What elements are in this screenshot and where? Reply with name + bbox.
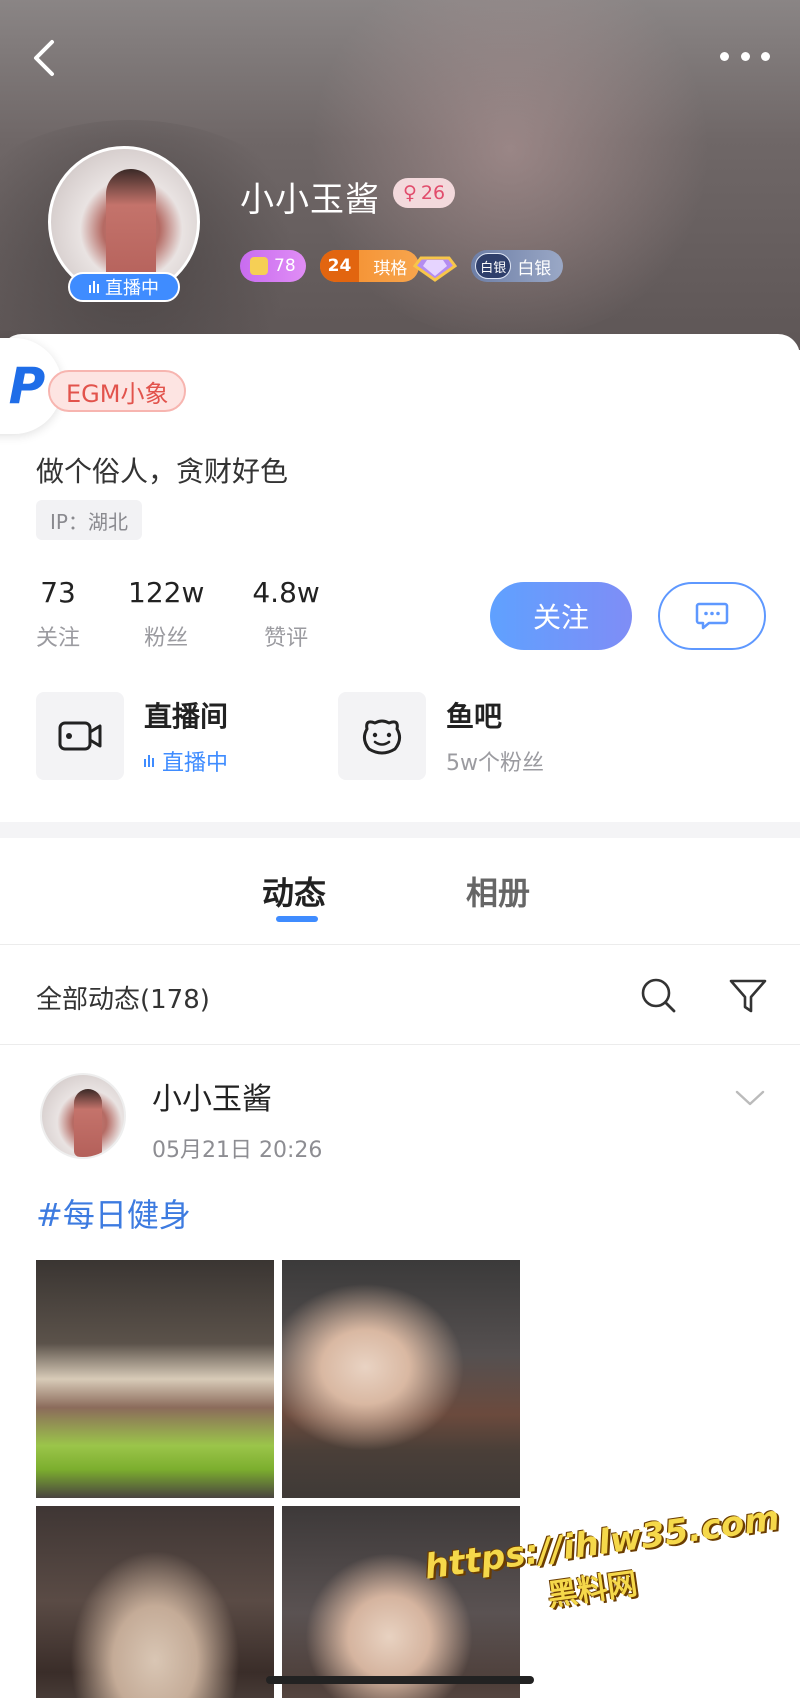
stat-following[interactable]: 73 关注 <box>36 576 80 652</box>
badge-row: 78 24 琪格 白银 白银 <box>240 250 564 282</box>
post-photo-1[interactable] <box>36 1260 274 1498</box>
diamond-gem-icon <box>413 256 458 282</box>
gender-level-badge: ♀ 26 <box>393 178 456 208</box>
live-status-badge[interactable]: 直播中 <box>68 272 180 302</box>
stat-fans[interactable]: 122w 粉丝 <box>128 576 204 652</box>
guild-tag[interactable]: EGM小象 <box>48 370 187 412</box>
posts-filter-bar: 全部动态(178) <box>0 945 800 1045</box>
ip-location-tag: IP：湖北 <box>36 500 142 540</box>
filter-funnel-icon[interactable] <box>728 977 768 1015</box>
video-camera-icon <box>58 721 102 751</box>
content-tabs: 动态 相册 <box>0 860 800 940</box>
message-button[interactable] <box>658 582 766 650</box>
home-indicator[interactable] <box>266 1676 534 1684</box>
live-bars-icon <box>144 755 154 767</box>
active-tab-indicator <box>276 916 318 922</box>
stat-likes[interactable]: 4.8w 赞评 <box>252 576 319 652</box>
post-author-name[interactable]: 小小玉酱 <box>152 1074 272 1118</box>
profile-bio: 做个俗人，贪财好色 <box>36 455 289 488</box>
chevron-left-icon[interactable] <box>30 38 58 78</box>
entry-live-room[interactable]: 直播间 直播中 <box>36 692 286 780</box>
tab-posts[interactable]: 动态 <box>262 868 326 914</box>
fan-club-badge[interactable]: 24 琪格 <box>319 250 420 282</box>
rank-emblem-icon: 白银 <box>475 253 512 279</box>
chevron-down-icon[interactable] <box>734 1088 766 1108</box>
section-divider <box>0 822 800 838</box>
user-level-badge[interactable]: 78 <box>240 250 306 282</box>
profile-username: 小小玉酱 <box>240 180 380 220</box>
search-icon[interactable] <box>638 975 678 1015</box>
stats-row: 73 关注 122w 粉丝 4.8w 赞评 <box>36 576 320 652</box>
post-author-avatar[interactable] <box>40 1073 126 1159</box>
female-icon: ♀ <box>403 182 417 204</box>
level-shield-icon <box>250 257 268 275</box>
post-timestamp: 05月21日 20:26 <box>152 1138 323 1163</box>
post-photo-2[interactable] <box>282 1260 520 1498</box>
live-bars-icon <box>89 281 99 293</box>
entry-fish-bar[interactable]: 鱼吧 5w个粉丝 <box>338 692 588 780</box>
live-status-label: 直播中 <box>105 278 159 299</box>
more-dots-icon[interactable] <box>720 48 770 64</box>
rank-badge[interactable]: 白银 白银 <box>471 250 564 282</box>
entry-row: 直播间 直播中 鱼吧 5w个粉丝 <box>36 692 588 780</box>
tab-album[interactable]: 相册 <box>466 868 530 914</box>
chat-bubble-icon <box>695 602 729 630</box>
post-hashtag[interactable]: #每日健身 <box>36 1190 191 1236</box>
gender-level-value: 26 <box>420 182 446 204</box>
post-photo-3[interactable] <box>36 1506 274 1698</box>
follow-button[interactable]: 关注 <box>490 582 632 650</box>
fish-bar-icon <box>362 719 402 755</box>
posts-count-label: 全部动态(178) <box>36 985 210 1015</box>
